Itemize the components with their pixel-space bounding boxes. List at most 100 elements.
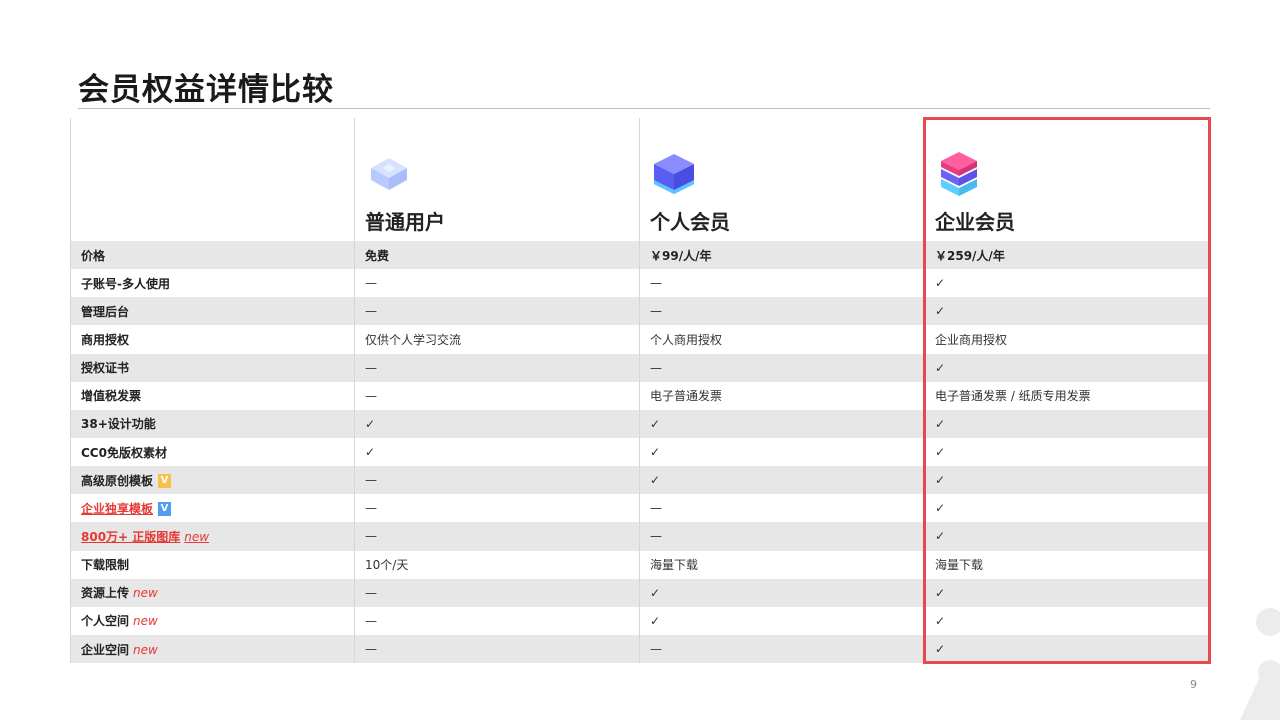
cell-basic: 仅供个人学习交流: [354, 325, 640, 354]
vip-badge-icon: V: [158, 474, 172, 489]
feature-label: 高级原创模板: [81, 473, 154, 488]
table-row: 高级原创模板 V — ✓ ✓: [70, 466, 1211, 495]
cell-basic: 免费: [354, 241, 640, 270]
feature-label: 授权证书: [70, 353, 355, 382]
cell-basic: —: [354, 297, 640, 326]
check-icon: ✓: [924, 606, 1211, 635]
feature-label: 增值税发票: [70, 381, 355, 410]
feature-label: CC0免版权素材: [70, 437, 355, 467]
check-icon: ✓: [924, 353, 1211, 382]
page-number: 9: [1190, 678, 1197, 691]
check-icon: ✓: [639, 409, 925, 438]
feature-link[interactable]: 800万+ 正版图库: [81, 530, 180, 544]
table-row: 资源上传 new — ✓ ✓: [70, 578, 1211, 607]
new-tag: new: [184, 529, 210, 544]
table-row: 个人空间 new — ✓ ✓: [70, 606, 1211, 635]
plan-header-row: 普通用户 个人会员 企业会员: [70, 118, 1211, 241]
check-icon: ✓: [924, 634, 1211, 664]
table-row: 授权证书 — — ✓: [70, 353, 1211, 382]
check-icon: ✓: [924, 297, 1211, 326]
feature-label: 企业空间: [81, 642, 130, 657]
check-icon: ✓: [924, 466, 1211, 495]
cell-basic: —: [354, 634, 640, 664]
table-row: 38+设计功能 ✓ ✓ ✓: [70, 409, 1211, 438]
check-icon: ✓: [639, 437, 925, 467]
cell-basic: —: [354, 578, 640, 607]
cell-personal: —: [639, 634, 925, 664]
cell-enterprise: 电子普通发票 / 纸质专用发票: [924, 381, 1211, 410]
cell-basic: 10个/天: [354, 550, 640, 579]
cell-personal: —: [639, 494, 925, 523]
cell-personal: 个人商用授权: [639, 325, 925, 354]
plan-name-basic: 普通用户: [365, 210, 445, 234]
cell-basic: —: [354, 606, 640, 635]
feature-label-cell: 高级原创模板 V: [70, 466, 355, 495]
feature-label: 商用授权: [70, 325, 355, 354]
table-row: 企业空间 new — — ✓: [70, 634, 1211, 664]
check-icon: ✓: [924, 522, 1211, 551]
feature-label: 下载限制: [70, 550, 355, 579]
feature-label-cell[interactable]: 企业独享模板 V: [70, 494, 355, 523]
table-row: 800万+ 正版图库 new — — ✓: [70, 522, 1211, 551]
check-icon: ✓: [924, 578, 1211, 607]
table-row: CC0免版权素材 ✓ ✓ ✓: [70, 437, 1211, 467]
vip-badge-icon: V: [158, 502, 172, 517]
cell-basic: —: [354, 522, 640, 551]
plan-header-enterprise: 企业会员: [924, 118, 1211, 241]
cell-basic: —: [354, 353, 640, 382]
cell-personal: ￥99/人/年: [639, 241, 925, 270]
cell-personal: 海量下载: [639, 550, 925, 579]
table-row: 增值税发票 — 电子普通发票 电子普通发票 / 纸质专用发票: [70, 381, 1211, 410]
plan-header-personal: 个人会员: [639, 118, 925, 241]
check-icon: ✓: [639, 606, 925, 635]
check-icon: ✓: [639, 578, 925, 607]
new-tag: new: [133, 586, 158, 601]
feature-label-cell[interactable]: 800万+ 正版图库 new: [70, 522, 355, 551]
cell-basic: —: [354, 381, 640, 410]
cell-enterprise: ￥259/人/年: [924, 241, 1211, 270]
table-row: 商用授权 仅供个人学习交流 个人商用授权 企业商用授权: [70, 325, 1211, 354]
purple-cube-icon: [654, 154, 694, 194]
cell-enterprise: 海量下载: [924, 550, 1211, 579]
feature-label: 资源上传: [81, 586, 130, 601]
decorative-corner-shape: [1240, 608, 1280, 720]
check-icon: ✓: [354, 437, 640, 467]
feature-label-cell: 企业空间 new: [70, 634, 355, 664]
title-divider: [78, 108, 1210, 109]
cell-personal: —: [639, 353, 925, 382]
feature-label-cell: 个人空间 new: [70, 606, 355, 635]
membership-comparison-table: 普通用户 个人会员 企业会员 价格 免费 ￥99/人/年 ￥259/人/年 子账…: [70, 118, 1211, 664]
light-blue-cube-icon: [371, 158, 407, 190]
feature-label: 价格: [70, 241, 355, 270]
cell-basic: —: [354, 466, 640, 495]
cell-personal: —: [639, 522, 925, 551]
check-icon: ✓: [639, 466, 925, 495]
cell-personal: 电子普通发票: [639, 381, 925, 410]
table-row: 企业独享模板 V — — ✓: [70, 494, 1211, 523]
plan-name-personal: 个人会员: [650, 210, 730, 234]
page-title: 会员权益详情比较: [78, 72, 334, 108]
table-row: 子账号-多人使用 — — ✓: [70, 269, 1211, 298]
feature-label: 个人空间: [81, 614, 130, 629]
check-icon: ✓: [924, 494, 1211, 523]
check-icon: ✓: [924, 437, 1211, 467]
plan-header-basic: 普通用户: [354, 118, 640, 241]
table-row-price: 价格 免费 ￥99/人/年 ￥259/人/年: [70, 241, 1211, 270]
table-row: 管理后台 — — ✓: [70, 297, 1211, 326]
feature-label: 子账号-多人使用: [70, 269, 355, 298]
feature-label: 38+设计功能: [70, 409, 355, 438]
table-row: 下载限制 10个/天 海量下载 海量下载: [70, 550, 1211, 579]
plan-name-enterprise: 企业会员: [935, 210, 1015, 234]
new-tag: new: [133, 642, 158, 657]
new-tag: new: [133, 614, 158, 629]
cell-enterprise: 企业商用授权: [924, 325, 1211, 354]
feature-label-cell: 资源上传 new: [70, 578, 355, 607]
check-icon: ✓: [924, 409, 1211, 438]
cell-personal: —: [639, 297, 925, 326]
check-icon: ✓: [354, 409, 640, 438]
check-icon: ✓: [924, 269, 1211, 298]
feature-link[interactable]: 企业独享模板: [81, 502, 153, 516]
feature-header-cell: [70, 118, 355, 241]
pink-blue-stack-icon: [941, 152, 977, 196]
cell-basic: —: [354, 269, 640, 298]
